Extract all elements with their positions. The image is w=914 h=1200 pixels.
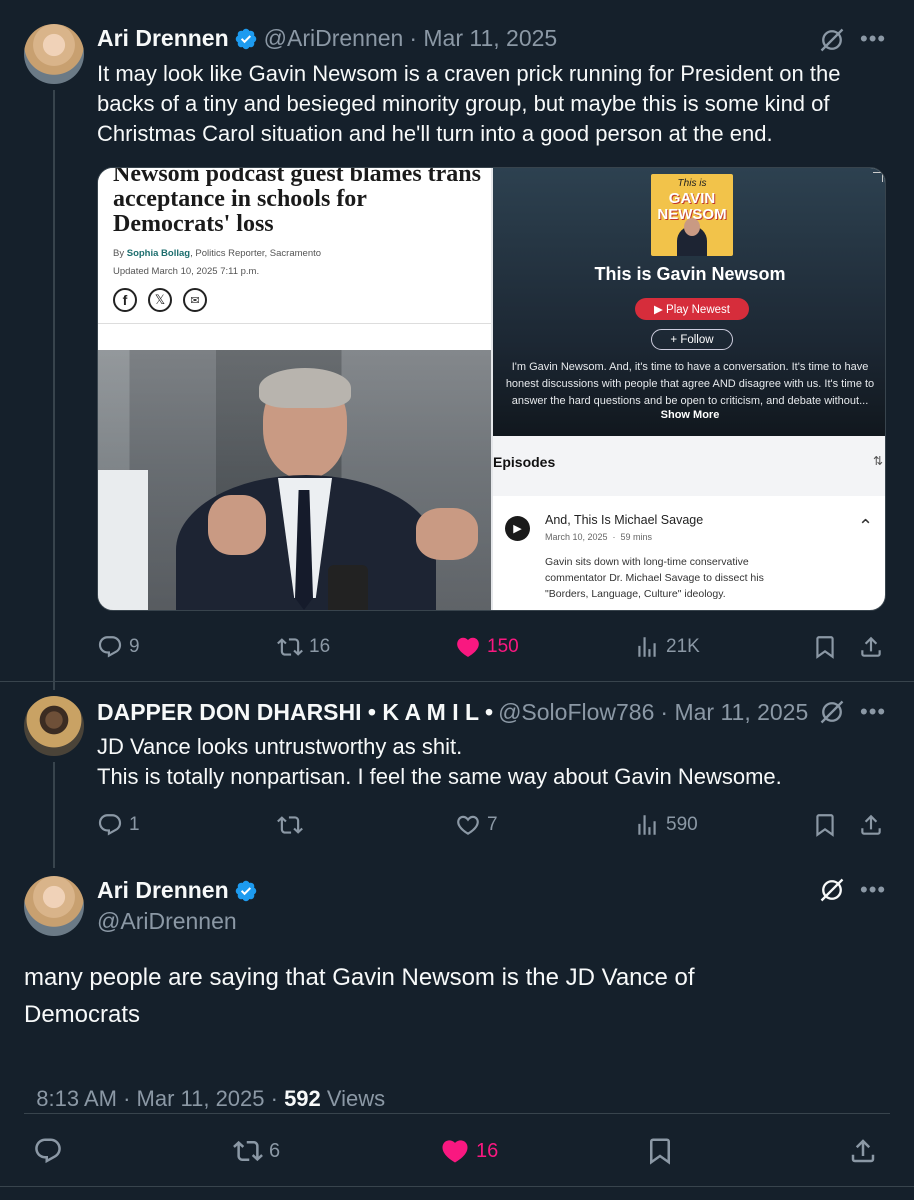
episode-description: Gavin sits down with long-time conservat… (545, 556, 764, 600)
tweet-text: It may look like Gavin Newsom is a crave… (97, 61, 841, 146)
episode-title[interactable]: And, This Is Michael Savage (545, 513, 703, 527)
views-icon (634, 812, 660, 838)
author-handle[interactable]: @SoloFlow786 (498, 699, 654, 726)
divider (24, 1113, 890, 1114)
share-button[interactable] (848, 1136, 884, 1166)
episodes-section: Episodes ⇅ ▶ And, This Is Michael Savage… (493, 436, 885, 610)
repost-icon (277, 812, 303, 838)
like-icon (455, 634, 481, 660)
article-headline: Newsom podcast guest blames trans accept… (113, 167, 481, 237)
repost-button[interactable]: 16 (277, 634, 330, 660)
repost-button[interactable]: 6 (233, 1136, 280, 1166)
bookmark-icon (812, 634, 838, 660)
expand-icon[interactable] (873, 172, 883, 182)
reply-icon (97, 812, 123, 838)
like-button[interactable]: 16 (440, 1136, 498, 1166)
collapse-icon[interactable]: ⌃ (858, 516, 873, 537)
author-name[interactable]: DAPPER DON DHARSHI • K A M I L • (97, 699, 493, 726)
thread-line (53, 762, 55, 868)
bookmark-button[interactable] (812, 812, 844, 838)
podcast-screenshot: This is GAVIN NEWSOM This is Gavin Newso… (493, 168, 885, 610)
bookmark-icon (645, 1136, 675, 1166)
reply-button[interactable]: 9 (97, 634, 140, 660)
tweet-header: DAPPER DON DHARSHI • K A M I L • @SoloFl… (97, 699, 808, 726)
share-button[interactable] (858, 634, 890, 660)
reply-icon (33, 1136, 63, 1166)
avatar[interactable] (24, 876, 84, 936)
reply-button[interactable] (33, 1136, 69, 1166)
like-icon (440, 1136, 470, 1166)
tweet-media[interactable]: Newsom podcast guest blames trans accept… (97, 167, 886, 611)
like-button[interactable]: 7 (455, 812, 498, 838)
author-handle[interactable]: @AriDrennen (97, 908, 237, 935)
views-count: 592 (284, 1086, 321, 1111)
tweet-text-line-1: JD Vance looks untrustworthy as shit. (97, 734, 463, 759)
bookmark-button[interactable] (645, 1136, 681, 1166)
podcast-title: This is Gavin Newsom (594, 264, 786, 284)
tweet-date[interactable]: · Mar 11, 2025 (660, 699, 808, 726)
facebook-icon: f (113, 288, 137, 312)
reply-button[interactable]: 1 (97, 812, 140, 838)
follow-button[interactable]: + Follow (651, 329, 733, 350)
verified-badge-icon (234, 27, 258, 51)
repost-button[interactable] (277, 812, 309, 838)
grok-icon[interactable] (818, 26, 846, 54)
repost-icon (277, 634, 303, 660)
grok-icon[interactable] (818, 698, 846, 726)
article-screenshot: Newsom podcast guest blames trans accept… (98, 167, 491, 610)
email-icon: ✉ (183, 288, 207, 312)
author-handle[interactable]: @AriDrennen (264, 25, 404, 52)
tweet-text: many people are saying that Gavin Newsom… (24, 964, 695, 1028)
tweet-text-line-2: This is totally nonpartisan. I feel the … (97, 764, 782, 789)
views-label: Views (320, 1086, 386, 1111)
share-icon (858, 812, 884, 838)
share-button[interactable] (858, 812, 890, 838)
views-button[interactable]: 21K (634, 634, 700, 660)
more-icon[interactable]: ••• (860, 28, 886, 50)
bookmark-button[interactable] (812, 634, 844, 660)
newsom-photo (98, 350, 491, 610)
show-more-link[interactable]: Show More (493, 409, 885, 421)
divider (0, 681, 914, 682)
article-byline: By Sophia Bollag, Politics Reporter, Sac… (113, 248, 322, 259)
share-icon (848, 1136, 878, 1166)
author-handle-row: @AriDrennen (97, 908, 237, 935)
article-share-icons: f 𝕏 ✉ (113, 288, 207, 312)
thread-line (53, 90, 55, 690)
avatar[interactable] (24, 696, 84, 756)
more-icon[interactable]: ••• (860, 701, 886, 723)
article-updated: Updated March 10, 2025 7:11 p.m. (113, 266, 260, 277)
author-name[interactable]: Ari Drennen (97, 25, 229, 52)
reply-icon (97, 634, 123, 660)
grok-icon[interactable] (818, 876, 846, 904)
bookmark-icon (812, 812, 838, 838)
x-logo-icon: 𝕏 (148, 288, 172, 312)
tweet-header: Ari Drennen @AriDrennen · Mar 11, 2025 (97, 25, 557, 52)
play-newest-button[interactable]: ▶ Play Newest (635, 298, 749, 320)
episodes-label: Episodes (493, 454, 556, 470)
article-author: Sophia Bollag (126, 248, 191, 259)
more-icon[interactable]: ••• (860, 879, 886, 901)
podcast-description: I'm Gavin Newsom. And, it's time to have… (505, 361, 875, 407)
episode-meta: March 10, 2025 · 59 mins (545, 532, 653, 542)
tweet-date[interactable]: · Mar 11, 2025 (409, 25, 557, 52)
avatar[interactable] (24, 24, 84, 84)
author-name[interactable]: Ari Drennen (97, 877, 229, 904)
podcast-cover: This is GAVIN NEWSOM (651, 174, 733, 256)
views-button[interactable]: 590 (634, 812, 698, 838)
like-icon (455, 812, 481, 838)
tweet-header: Ari Drennen (97, 877, 264, 904)
views-icon (634, 634, 660, 660)
divider (0, 1186, 914, 1187)
verified-badge-icon (234, 879, 258, 903)
episode-play-icon[interactable]: ▶ (505, 516, 530, 541)
episodes-header: Episodes ⇅ (493, 436, 885, 496)
share-icon (858, 634, 884, 660)
sort-icon[interactable]: ⇅ (873, 454, 883, 468)
like-button[interactable]: 150 (455, 634, 519, 660)
repost-icon (233, 1136, 263, 1166)
tweet-timestamp: 8:13 AM · Mar 11, 2025 · 592 Views (36, 1086, 386, 1111)
